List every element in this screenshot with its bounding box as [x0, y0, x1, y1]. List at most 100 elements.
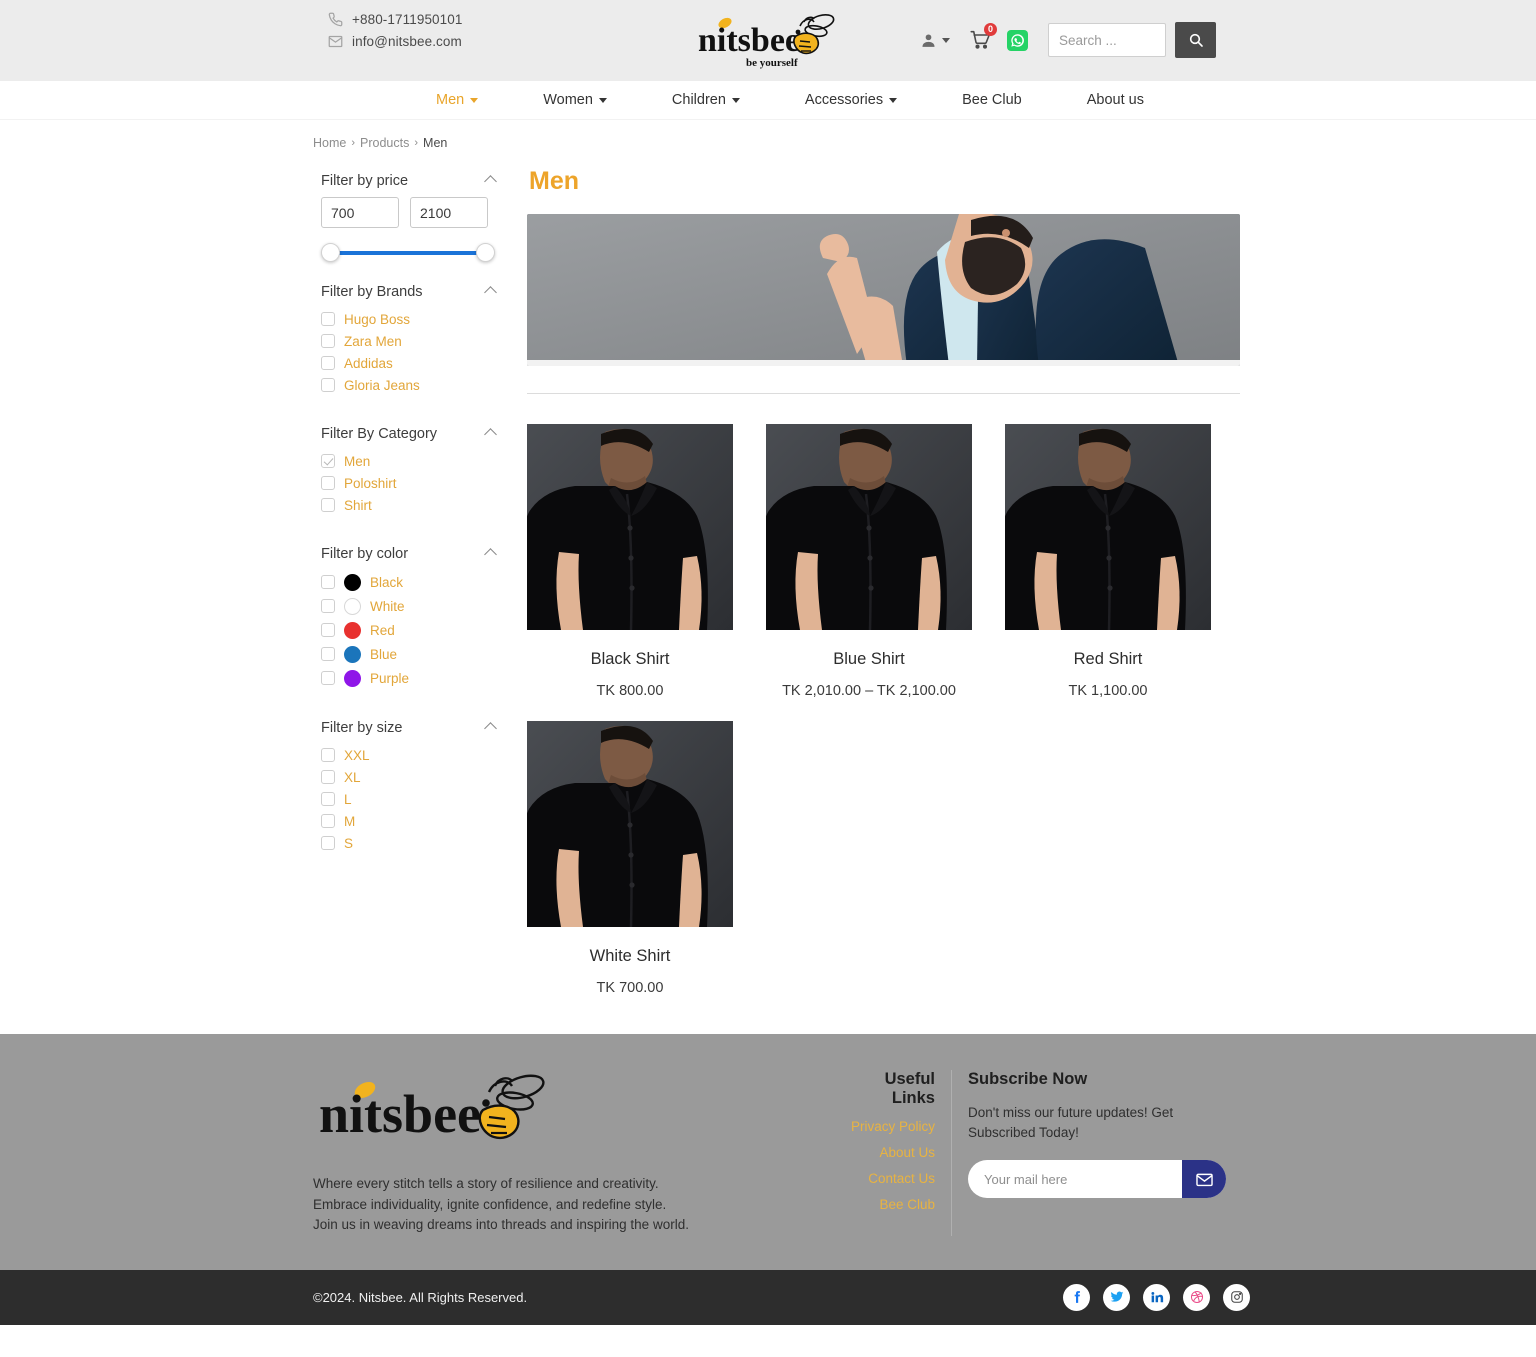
filter-category-header[interactable]: Filter By Category	[313, 416, 503, 450]
filter-label[interactable]: L	[344, 792, 352, 807]
checkbox[interactable]	[321, 334, 335, 348]
product-card-red-shirt[interactable]: Red Shirt TK 1,100.00	[1005, 424, 1244, 699]
price-min-input[interactable]	[321, 197, 399, 228]
nav-item-women[interactable]: Women	[543, 92, 607, 108]
chevron-up-icon	[484, 721, 497, 735]
checkbox[interactable]	[321, 356, 335, 370]
price-slider-handle-max[interactable]	[476, 243, 495, 262]
checkbox[interactable]	[321, 378, 335, 392]
footer-link-bee-club[interactable]: Bee Club	[843, 1197, 935, 1212]
filter-label[interactable]: Shirt	[344, 498, 372, 513]
checkbox[interactable]	[321, 599, 335, 613]
site-logo[interactable]: nitsbee be yourself	[688, 10, 848, 72]
phone-number[interactable]: +880-1711950101	[352, 12, 462, 27]
checkbox[interactable]	[321, 814, 335, 828]
footer-logo[interactable]: nitsbee	[313, 1070, 569, 1148]
filter-item-hugo-boss[interactable]: Hugo Boss	[313, 308, 503, 330]
product-card-white-shirt[interactable]: White Shirt TK 700.00	[527, 721, 766, 996]
filter-item-shirt[interactable]: Shirt	[313, 494, 503, 516]
filter-label[interactable]: XXL	[344, 748, 370, 763]
filter-label[interactable]: Men	[344, 454, 370, 469]
search-button[interactable]	[1175, 22, 1216, 58]
checkbox[interactable]	[321, 748, 335, 762]
cart-button[interactable]: 0	[970, 23, 997, 50]
nav-item-men[interactable]: Men	[436, 92, 479, 108]
checkbox[interactable]	[321, 792, 335, 806]
filter-color-header[interactable]: Filter by color	[313, 536, 503, 570]
filter-label[interactable]: Poloshirt	[344, 476, 397, 491]
filter-item-men[interactable]: Men	[313, 450, 503, 472]
filter-item-poloshirt[interactable]: Poloshirt	[313, 472, 503, 494]
filter-item-xxl[interactable]: XXL	[313, 744, 503, 766]
product-card-black-shirt[interactable]: Black Shirt TK 800.00	[527, 424, 766, 699]
account-menu[interactable]	[920, 32, 950, 49]
checkbox[interactable]	[321, 312, 335, 326]
footer-link-privacy-policy[interactable]: Privacy Policy	[843, 1119, 935, 1134]
filter-label[interactable]: S	[344, 836, 353, 851]
filter-item-blue[interactable]: Blue	[313, 642, 503, 666]
nav-item-bee-club[interactable]: Bee Club	[962, 92, 1022, 108]
nav-item-children[interactable]: Children	[672, 92, 740, 108]
subscribe-email-input[interactable]	[968, 1161, 1176, 1197]
breadcrumb-products[interactable]: Products	[360, 136, 409, 150]
social-link-linkedin[interactable]	[1143, 1283, 1170, 1311]
social-link-twitter[interactable]	[1103, 1283, 1130, 1311]
social-link-dribbble[interactable]	[1183, 1283, 1210, 1311]
product-image[interactable]	[527, 721, 733, 927]
filter-label[interactable]: White	[370, 599, 405, 614]
filter-item-red[interactable]: Red	[313, 618, 503, 642]
subscribe-submit-button[interactable]	[1182, 1160, 1226, 1198]
filter-item-gloria-jeans[interactable]: Gloria Jeans	[313, 374, 503, 396]
checkbox[interactable]	[321, 498, 335, 512]
social-link-instagram[interactable]	[1223, 1283, 1250, 1311]
footer-link-contact-us[interactable]: Contact Us	[843, 1171, 935, 1186]
product-image[interactable]	[766, 424, 972, 630]
footer-link-about-us[interactable]: About Us	[843, 1145, 935, 1160]
whatsapp-button[interactable]	[1007, 29, 1028, 51]
filter-label[interactable]: Zara Men	[344, 334, 402, 349]
envelope-icon	[328, 34, 343, 49]
filter-size-header[interactable]: Filter by size	[313, 710, 503, 744]
product-card-blue-shirt[interactable]: Blue Shirt TK 2,010.00 – TK 2,100.00	[766, 424, 1005, 699]
filter-item-white[interactable]: White	[313, 594, 503, 618]
filter-item-l[interactable]: L	[313, 788, 503, 810]
filter-label[interactable]: Black	[370, 575, 403, 590]
checkbox[interactable]	[321, 647, 335, 661]
product-image[interactable]	[527, 424, 733, 630]
checkbox[interactable]	[321, 770, 335, 784]
filter-item-xl[interactable]: XL	[313, 766, 503, 788]
filter-item-s[interactable]: S	[313, 832, 503, 854]
filter-item-purple[interactable]: Purple	[313, 666, 503, 690]
filter-label[interactable]: Gloria Jeans	[344, 378, 420, 393]
filter-label[interactable]: M	[344, 814, 355, 829]
price-slider-handle-min[interactable]	[321, 243, 340, 262]
filter-brands-header[interactable]: Filter by Brands	[313, 274, 503, 308]
filter-item-black[interactable]: Black	[313, 570, 503, 594]
breadcrumb-home[interactable]: Home	[313, 136, 346, 150]
checkbox[interactable]	[321, 836, 335, 850]
filter-item-addidas[interactable]: Addidas	[313, 352, 503, 374]
filter-label[interactable]: Purple	[370, 671, 409, 686]
checkbox[interactable]	[321, 476, 335, 490]
product-image[interactable]	[1005, 424, 1211, 630]
chevron-up-icon	[484, 285, 497, 299]
nav-item-about-us[interactable]: About us	[1087, 92, 1144, 108]
checkbox[interactable]	[321, 454, 335, 468]
filter-label[interactable]: Addidas	[344, 356, 393, 371]
nav-item-accessories[interactable]: Accessories	[805, 92, 898, 108]
filter-price-header[interactable]: Filter by price	[313, 163, 503, 197]
search-input[interactable]	[1048, 23, 1166, 57]
filter-item-m[interactable]: M	[313, 810, 503, 832]
email-address[interactable]: info@nitsbee.com	[352, 34, 462, 49]
filter-label[interactable]: Blue	[370, 647, 397, 662]
filter-item-zara-men[interactable]: Zara Men	[313, 330, 503, 352]
social-link-facebook[interactable]	[1063, 1283, 1090, 1311]
price-max-input[interactable]	[410, 197, 488, 228]
filter-label[interactable]: XL	[344, 770, 361, 785]
filter-label[interactable]: Hugo Boss	[344, 312, 410, 327]
checkbox[interactable]	[321, 671, 335, 685]
filter-label[interactable]: Red	[370, 623, 395, 638]
checkbox[interactable]	[321, 575, 335, 589]
price-slider[interactable]	[321, 238, 495, 268]
checkbox[interactable]	[321, 623, 335, 637]
